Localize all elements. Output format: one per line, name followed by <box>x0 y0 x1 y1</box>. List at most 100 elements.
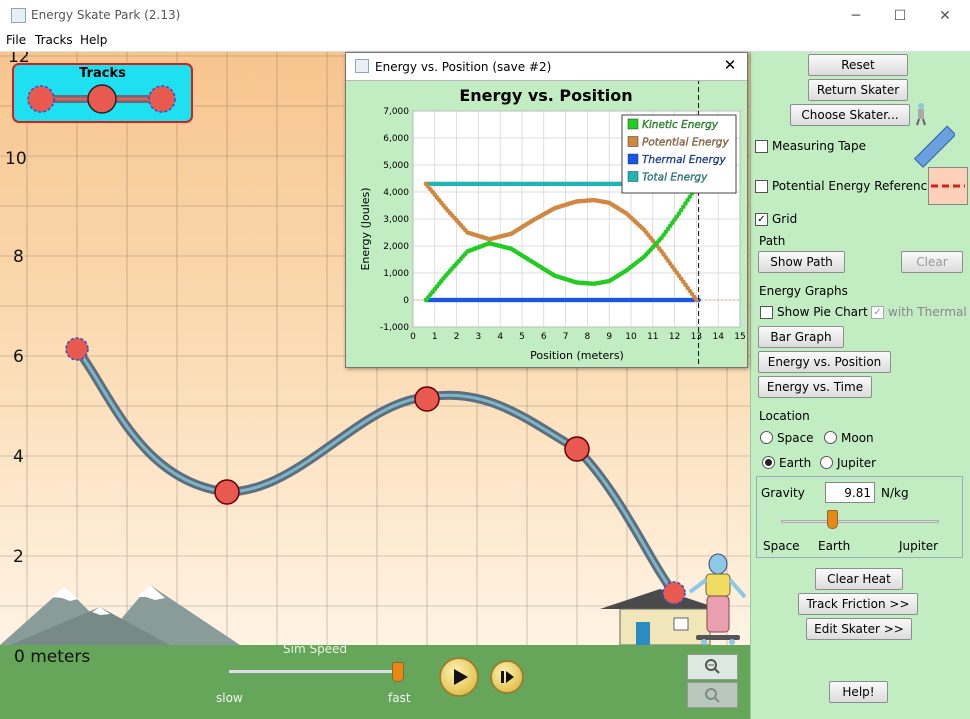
energy-position-window: Energy vs. Position (save #2) ✕ Energy v… <box>345 52 748 368</box>
moon-radio-label: Moon <box>841 431 874 445</box>
measuring-tape-checkbox[interactable] <box>755 140 768 153</box>
energy-position-chart[interactable]: Energy vs. Position Position (meters) En… <box>346 81 747 367</box>
menu-bar: File Tracks Help <box>0 31 970 52</box>
legend-label: Total Energy <box>642 172 708 184</box>
zoom-in-button[interactable] <box>687 654 738 680</box>
measuring-tape-icon[interactable] <box>911 124 955 168</box>
show-path-button[interactable]: Show Path <box>758 251 845 273</box>
track-piece-icon[interactable] <box>14 65 191 121</box>
y-tick-label: 1,000 <box>383 269 409 279</box>
gravity-label: Gravity <box>761 486 805 500</box>
x-tick-label: 8 <box>585 332 591 342</box>
x-tick-label: 3 <box>476 332 482 342</box>
app-icon <box>11 8 26 23</box>
y-label-8: 8 <box>13 247 24 267</box>
x-tick-label: 9 <box>606 332 612 342</box>
clear-path-button[interactable]: Clear <box>901 251 963 273</box>
chart-title: Energy vs. Position <box>459 86 632 105</box>
legend-label: Thermal Energy <box>642 154 726 166</box>
jupiter-radio[interactable] <box>820 456 833 469</box>
play-button[interactable] <box>439 657 479 697</box>
slow-label: slow <box>216 691 243 705</box>
path-header: Path <box>759 234 786 248</box>
pe-reference-icon[interactable] <box>928 167 968 205</box>
graph-window-title: Energy vs. Position (save #2) <box>375 60 552 74</box>
sim-speed-thumb[interactable] <box>392 662 404 682</box>
space-radio-label: Space <box>777 431 814 445</box>
y-tick-label: 6,000 <box>383 134 409 144</box>
sim-speed-label: Sim Speed <box>283 642 348 656</box>
series-point <box>694 297 699 303</box>
tracks-toolbox[interactable]: Tracks <box>12 63 193 123</box>
zoom-in-icon <box>705 659 720 674</box>
show-pie-chart-label: Show Pie Chart <box>777 305 868 319</box>
jupiter-radio-label: Jupiter <box>837 456 877 470</box>
y-tick-label: 0 <box>403 296 409 306</box>
earth-radio[interactable] <box>762 456 775 469</box>
y-label-4: 4 <box>13 447 24 467</box>
earth-radio-label: Earth <box>779 456 812 470</box>
menu-tracks[interactable]: Tracks <box>35 33 73 47</box>
chart-y-label: Energy (Joules) <box>359 187 372 270</box>
x-tick-label: 6 <box>541 332 547 342</box>
minimize-button[interactable]: ─ <box>845 6 867 26</box>
gravity-slider-space: Space <box>763 539 800 553</box>
help-button[interactable]: Help! <box>829 681 888 703</box>
x-tick-label: 15 <box>734 332 745 342</box>
track-control-point[interactable] <box>564 436 590 462</box>
choose-skater-button[interactable]: Choose Skater... <box>790 104 910 126</box>
track-control-point[interactable] <box>414 386 440 412</box>
menu-file[interactable]: File <box>6 33 26 47</box>
zoom-out-button[interactable] <box>687 682 738 708</box>
energy-vs-time-button[interactable]: Energy vs. Time <box>758 376 872 398</box>
step-button[interactable] <box>490 660 524 694</box>
step-icon <box>501 671 514 683</box>
y-tick-label: -1,000 <box>380 323 409 333</box>
x-tick-label: 2 <box>454 332 460 342</box>
grid-label: Grid <box>772 212 798 226</box>
x-tick-label: 10 <box>625 332 637 342</box>
grid-checkbox[interactable]: ✓ <box>755 213 768 226</box>
graph-close-button[interactable]: ✕ <box>721 56 739 76</box>
pe-reference-checkbox[interactable] <box>755 180 768 193</box>
space-radio[interactable] <box>760 431 773 444</box>
reset-button[interactable]: Reset <box>808 54 908 76</box>
track-friction-button[interactable]: Track Friction >> <box>798 593 918 615</box>
y-label-2: 2 <box>13 547 24 567</box>
return-skater-button[interactable]: Return Skater <box>808 79 908 101</box>
y-label-6: 6 <box>13 347 24 367</box>
close-button[interactable]: ✕ <box>934 6 956 26</box>
legend-swatch <box>627 118 639 130</box>
gravity-input[interactable] <box>825 482 875 503</box>
bar-graph-button[interactable]: Bar Graph <box>758 326 844 348</box>
x-tick-label: 14 <box>712 332 724 342</box>
energy-graphs-header: Energy Graphs <box>759 284 848 298</box>
x-tick-label: 12 <box>669 332 680 342</box>
bottom-bar: 0 meters Sim Speed slow fast <box>0 642 750 719</box>
legend-label: Kinetic Energy <box>642 119 719 131</box>
y-tick-label: 7,000 <box>383 107 409 117</box>
energy-vs-position-button[interactable]: Energy vs. Position <box>758 351 891 373</box>
gravity-slider-thumb[interactable] <box>827 510 838 529</box>
x-tick-label: 5 <box>519 332 525 342</box>
measuring-tape-label: Measuring Tape <box>772 139 866 153</box>
x-tick-label: 7 <box>563 332 569 342</box>
clear-heat-button[interactable]: Clear Heat <box>815 568 903 590</box>
maximize-button[interactable]: ☐ <box>889 6 911 26</box>
edit-skater-button[interactable]: Edit Skater >> <box>806 618 912 640</box>
track-control-point[interactable] <box>214 479 240 505</box>
y-tick-label: 3,000 <box>383 215 409 225</box>
x-tick-label: 11 <box>647 332 658 342</box>
legend-swatch <box>627 136 639 147</box>
track-control-point[interactable] <box>65 337 89 361</box>
meters-label: 0 meters <box>14 647 91 667</box>
moon-radio[interactable] <box>824 431 837 444</box>
menu-help[interactable]: Help <box>80 33 107 47</box>
gravity-slider-track <box>781 520 939 523</box>
x-tick-label: 0 <box>410 332 416 342</box>
track-control-point[interactable] <box>662 581 686 605</box>
with-thermal-checkbox[interactable]: ✓ <box>871 306 884 319</box>
window-title: Energy Skate Park (2.13) <box>31 8 181 22</box>
show-pie-chart-checkbox[interactable] <box>760 306 773 319</box>
play-icon <box>454 669 468 685</box>
